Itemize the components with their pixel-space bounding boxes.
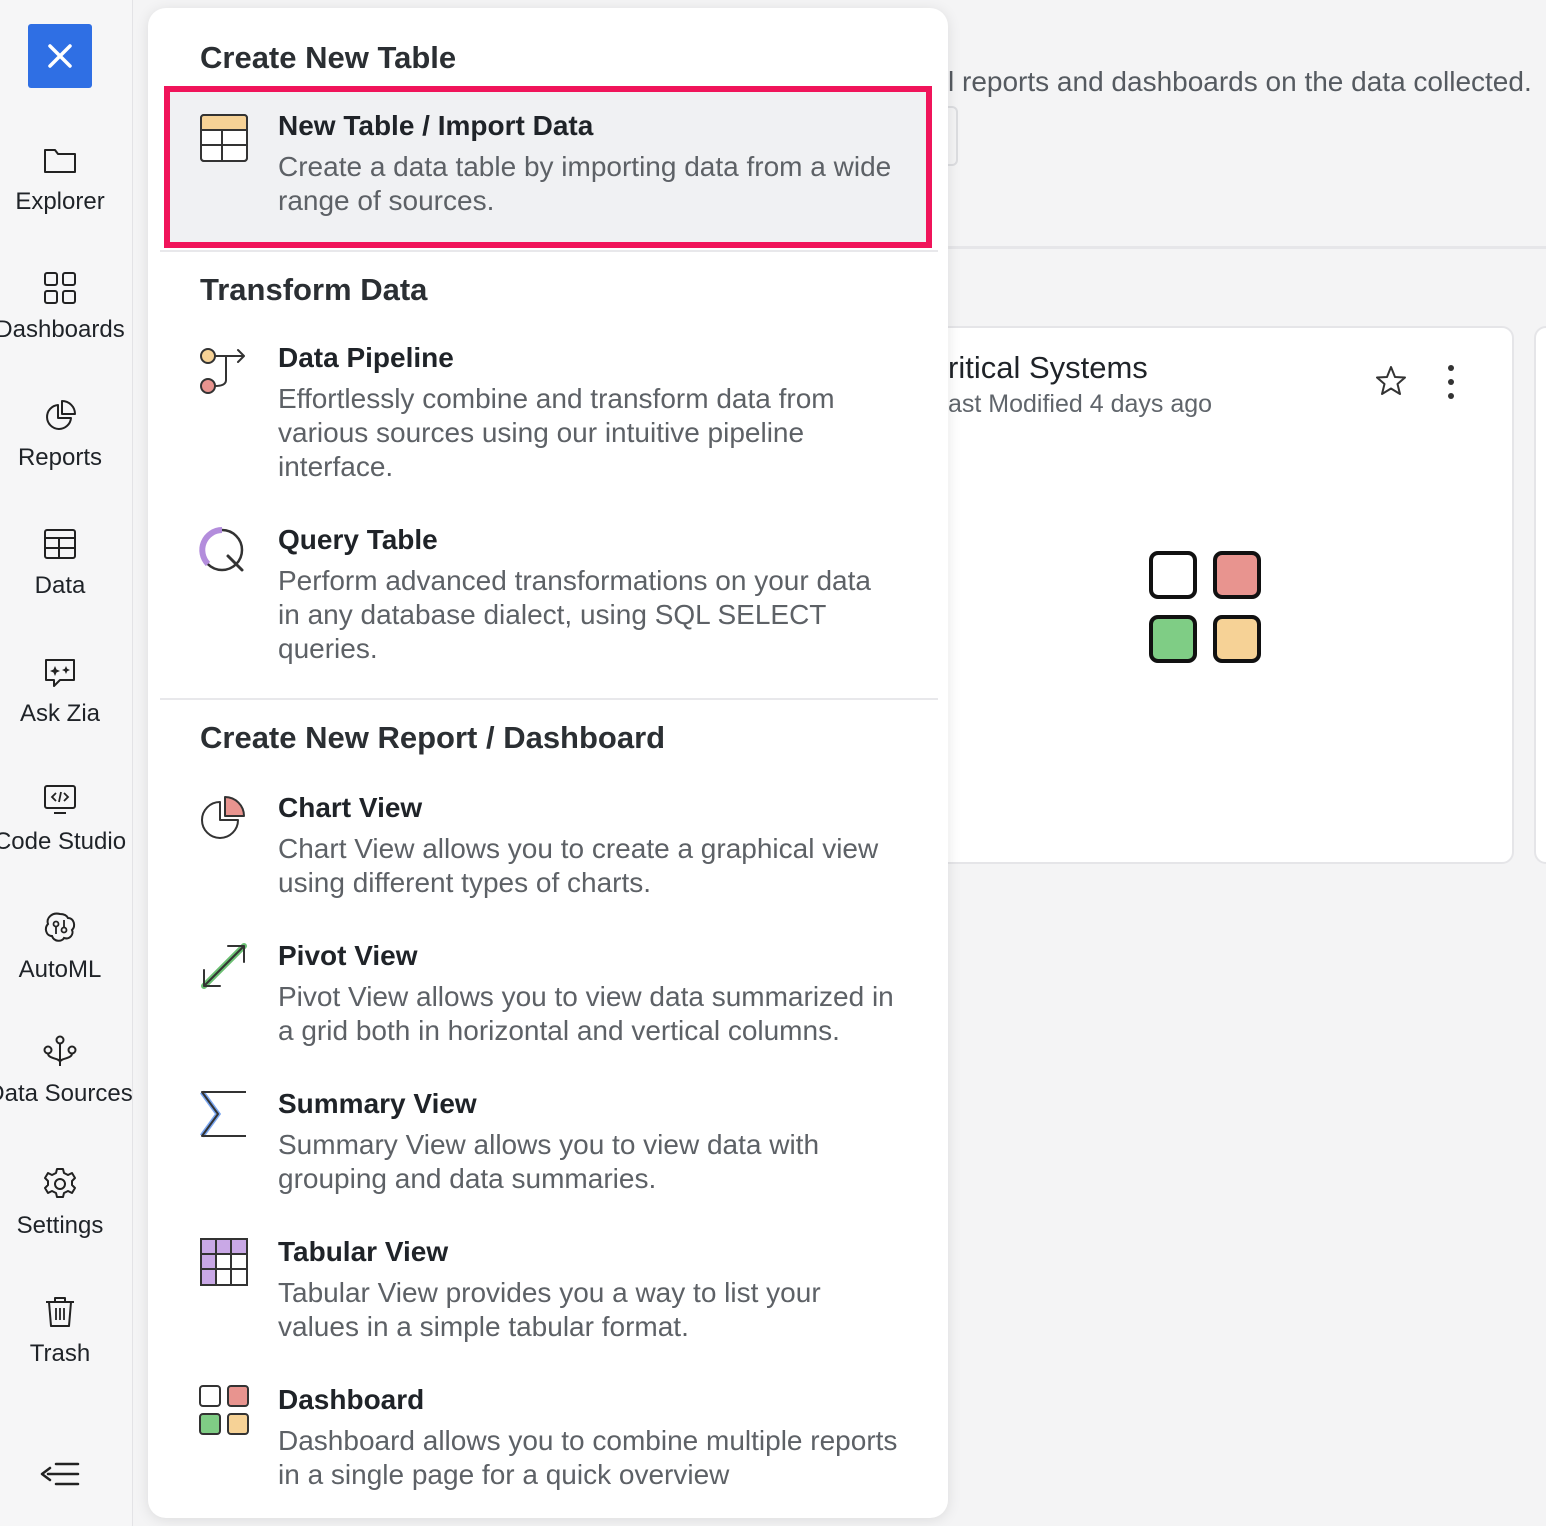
section-divider (160, 698, 938, 700)
sidebar-item-reports[interactable]: Reports (0, 396, 120, 472)
pie-chart-icon (46, 400, 76, 430)
gear-icon (44, 1168, 76, 1198)
card-subtitle: ast Modified 4 days ago (948, 390, 1213, 418)
star-icon[interactable] (1374, 364, 1408, 398)
section-divider (160, 250, 938, 252)
item-description: Pivot View allows you to view data summa… (278, 981, 894, 1046)
sidebar-item-label: Code Studio (0, 828, 127, 855)
sidebar-item-automl[interactable]: AutoML (0, 908, 120, 984)
table-icon (44, 529, 76, 559)
workspace-description: l reports and dashboards on the data col… (948, 66, 1532, 97)
sidebar-item-data-sources[interactable]: Data Sources (0, 1032, 133, 1108)
sidebar-item-label: Dashboards (0, 316, 125, 343)
sigma-icon (199, 1090, 246, 1138)
sidebar-item-code-studio[interactable]: Code Studio (0, 780, 126, 856)
create-menu-popup: Create New Table New Table / Import Data… (148, 8, 948, 1518)
sidebar-item-settings[interactable]: Settings (0, 1164, 120, 1240)
workspace-card[interactable]: ritical Systems ast Modified 4 days ago (900, 326, 1514, 864)
dashboard-icon (199, 1385, 249, 1435)
menu-item-data-pipeline[interactable]: Data Pipeline Effortlessly combine and t… (164, 338, 932, 488)
sidebar: Explorer Dashboards Reports Data Ask Zia… (0, 0, 133, 1526)
item-description: Create a data table by importing data fr… (278, 151, 892, 216)
code-icon (44, 785, 76, 814)
close-icon (48, 44, 72, 68)
menu-item-new-table[interactable]: New Table / Import Data Create a data ta… (164, 86, 932, 248)
menu-item-dashboard[interactable]: Dashboard Dashboard allows you to combin… (164, 1380, 932, 1500)
tabular-grid-icon (200, 1238, 248, 1286)
menu-item-summary-view[interactable]: Summary View Summary View allows you to … (164, 1084, 932, 1204)
section-title-transform-data: Transform Data (200, 272, 428, 307)
sidebar-item-label: Ask Zia (19, 700, 100, 727)
menu-item-tabular-view[interactable]: Tabular View Tabular View provides you a… (164, 1232, 932, 1352)
more-options-icon[interactable] (1438, 362, 1464, 402)
close-button[interactable] (28, 24, 92, 88)
item-description: Summary View allows you to view data wit… (278, 1129, 820, 1194)
dashboard-graphic-icon (1149, 551, 1261, 663)
item-description: Dashboard allows you to combine multiple… (278, 1425, 898, 1490)
sidebar-item-label: Reports (17, 444, 103, 471)
pivot-arrow-icon (201, 943, 247, 989)
sidebar-item-label: Settings (16, 1212, 104, 1239)
item-description: Perform advanced transformations on your… (278, 565, 871, 664)
card-title: ritical Systems (948, 350, 1148, 385)
chat-sparkle-icon (45, 659, 75, 687)
collapse-sidebar-icon[interactable] (38, 1452, 82, 1496)
item-title: Data Pipeline (278, 342, 454, 373)
item-title: New Table / Import Data (278, 110, 594, 141)
item-title: Dashboard (278, 1384, 425, 1415)
sidebar-item-ask-zia[interactable]: Ask Zia (0, 652, 120, 728)
table-import-icon (200, 114, 248, 162)
query-table-icon (199, 527, 244, 572)
pipeline-icon (200, 348, 245, 394)
sidebar-item-data[interactable]: Data (0, 524, 120, 600)
sidebar-item-label: Data (34, 572, 86, 599)
trash-icon (46, 1297, 74, 1327)
item-title: Chart View (278, 792, 423, 823)
item-title: Tabular View (278, 1236, 449, 1267)
workspace-card-partial (1534, 326, 1546, 864)
sidebar-item-label: Trash (29, 1340, 91, 1367)
item-title: Query Table (278, 524, 438, 555)
data-sources-icon (43, 1035, 77, 1066)
menu-item-chart-view[interactable]: Chart View Chart View allows you to crea… (164, 788, 932, 908)
item-description: Effortlessly combine and transform data … (278, 383, 835, 482)
item-title: Summary View (278, 1088, 477, 1119)
brain-icon (44, 912, 76, 942)
grid-icon (44, 272, 76, 304)
sidebar-item-dashboards[interactable]: Dashboards (0, 268, 125, 344)
section-title-create-table: Create New Table (200, 40, 457, 75)
sidebar-item-explorer[interactable]: Explorer (0, 140, 120, 216)
sidebar-item-trash[interactable]: Trash (0, 1292, 120, 1368)
item-description: Tabular View provides you a way to list … (278, 1277, 821, 1342)
item-title: Pivot View (278, 940, 418, 971)
sidebar-item-label: Explorer (15, 188, 105, 215)
divider (940, 246, 1546, 249)
folder-icon (44, 149, 76, 173)
pie-chart-icon (201, 796, 245, 839)
section-title-create-report: Create New Report / Dashboard (200, 720, 666, 755)
item-description: Chart View allows you to create a graphi… (278, 833, 879, 898)
menu-item-query-table[interactable]: Query Table Perform advanced transformat… (164, 520, 932, 670)
sidebar-item-label: AutoML (18, 956, 102, 983)
menu-item-pivot-view[interactable]: Pivot View Pivot View allows you to view… (164, 936, 932, 1056)
sidebar-item-label: Data Sources (0, 1080, 133, 1107)
